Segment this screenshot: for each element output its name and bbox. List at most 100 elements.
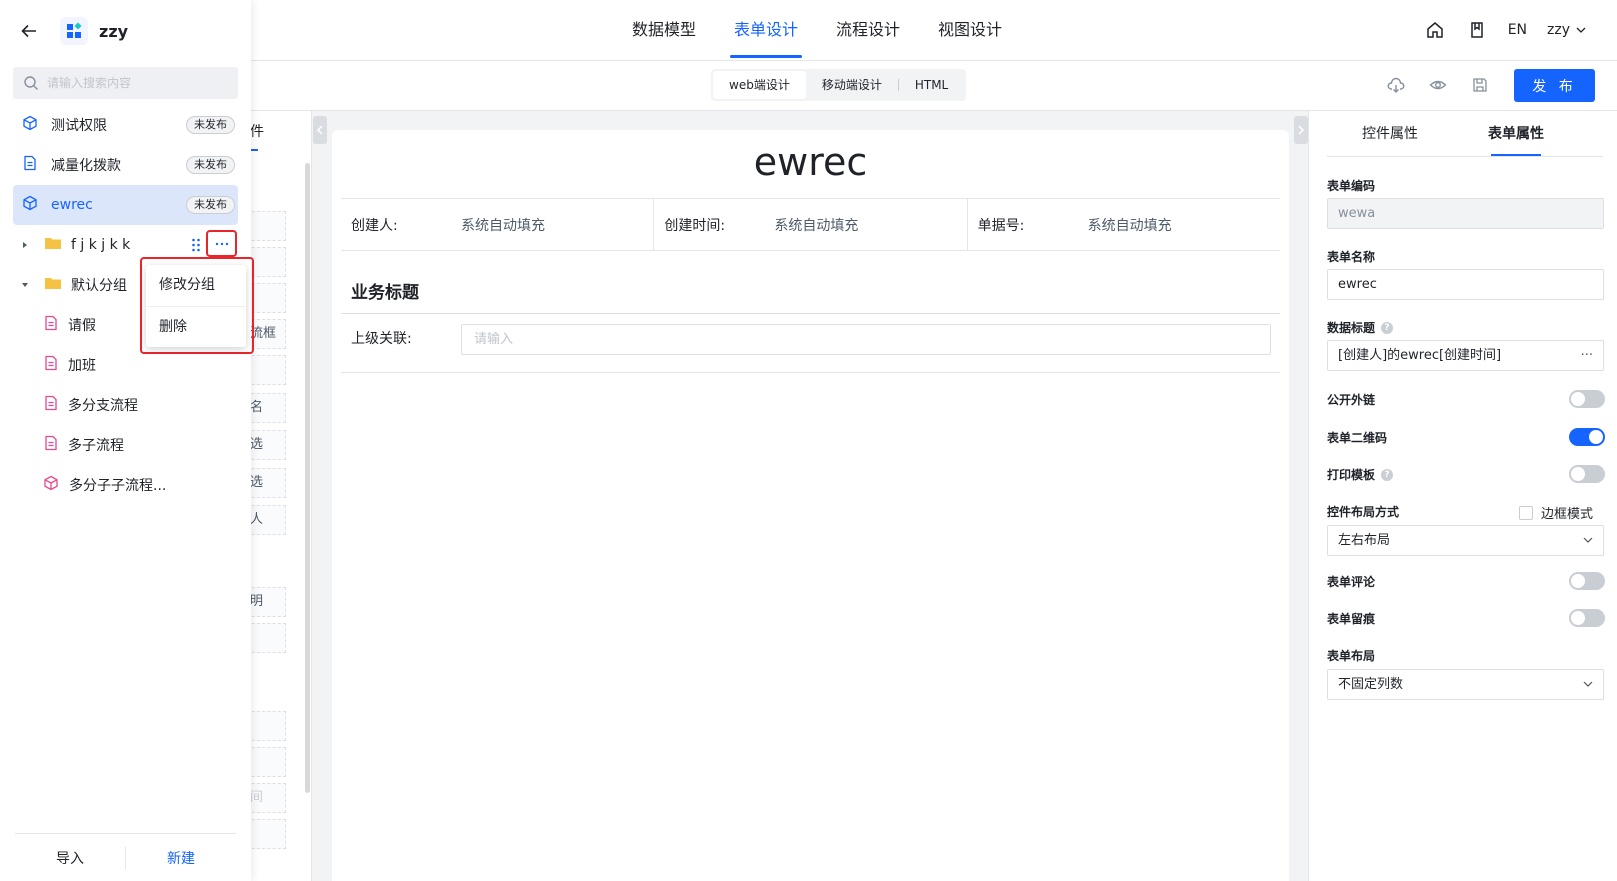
menu-item-rename-group[interactable]: 修改分组 xyxy=(146,265,246,306)
chevron-left-icon xyxy=(316,125,323,135)
book-icon[interactable] xyxy=(1466,19,1488,41)
document-icon xyxy=(44,395,58,415)
list-item-label: 多分支流程 xyxy=(68,398,138,414)
user-name: zzy xyxy=(1547,22,1570,38)
document-icon xyxy=(44,435,58,455)
list-item[interactable]: 多分子子流程... xyxy=(0,465,251,505)
system-field[interactable]: 创建人: 系统自动填充 xyxy=(341,199,653,250)
system-fields-row: 创建人: 系统自动填充 创建时间: 系统自动填充 单据号: 系统自动填充 xyxy=(341,198,1280,251)
caret-down-icon[interactable] xyxy=(21,278,29,293)
caret-right-icon[interactable] xyxy=(21,238,29,253)
system-field-value: 系统自动填充 xyxy=(774,217,859,234)
palette-scrollbar[interactable] xyxy=(305,163,310,793)
form-layout-select[interactable]: 不固定列数 xyxy=(1327,669,1604,700)
more-actions-button[interactable] xyxy=(206,230,237,257)
cube-icon xyxy=(22,115,38,135)
home-icon[interactable] xyxy=(1424,19,1446,41)
property-tabs: 控件属性 表单属性 xyxy=(1327,111,1603,157)
mode-html[interactable]: HTML xyxy=(899,71,964,99)
property-panel: 控件属性 表单属性 表单编码 wewa 表单名称 ewrec 数据标题 ? [创… xyxy=(1308,111,1617,881)
cube-icon xyxy=(43,475,59,495)
field-divider xyxy=(341,372,1280,373)
public-link-label-text: 公开外链 xyxy=(1327,393,1376,407)
comment-toggle[interactable] xyxy=(1569,572,1605,590)
tab-widget-props[interactable]: 控件属性 xyxy=(1327,111,1453,156)
list-item-label: 加班 xyxy=(68,358,96,374)
print-template-toggle[interactable] xyxy=(1569,465,1605,483)
tab-form-props[interactable]: 表单属性 xyxy=(1453,111,1579,156)
data-title-field[interactable]: [创建人]的ewrec[创建时间] ··· xyxy=(1327,340,1604,371)
section-divider xyxy=(341,313,1280,314)
drag-handle-icon[interactable] xyxy=(191,238,201,256)
list-item[interactable]: 多分支流程 xyxy=(0,385,251,425)
save-icon[interactable] xyxy=(1470,73,1490,97)
palette-tab-underline xyxy=(250,149,258,151)
eye-icon[interactable] xyxy=(1428,73,1448,97)
help-icon[interactable]: ? xyxy=(1381,468,1394,481)
tab-form-design[interactable]: 表单设计 xyxy=(730,0,803,60)
system-field[interactable]: 创建时间: 系统自动填充 xyxy=(653,199,966,250)
form-code-field: wewa xyxy=(1327,198,1604,229)
language-switch[interactable]: EN xyxy=(1508,22,1527,38)
back-arrow-icon[interactable] xyxy=(18,20,40,42)
top-nav: 数据模型 表单设计 流程设计 视图设计 xyxy=(628,0,1036,60)
trace-label-text: 表单留痕 xyxy=(1327,612,1376,626)
top-right-actions: EN zzy xyxy=(1424,0,1587,60)
mode-web[interactable]: web端设计 xyxy=(713,71,806,99)
form-name-field[interactable]: ewrec xyxy=(1327,269,1604,300)
folder-icon xyxy=(44,235,62,255)
list-item[interactable]: 多子流程 xyxy=(0,425,251,465)
tab-view-design[interactable]: 视图设计 xyxy=(934,0,1006,60)
layout-select[interactable]: 左右布局 xyxy=(1327,525,1604,556)
help-icon[interactable]: ? xyxy=(1381,321,1394,334)
form-name-label: 表单名称 xyxy=(1327,248,1375,265)
list-item[interactable]: ewrec 未发布 xyxy=(13,185,238,225)
search-icon xyxy=(24,76,38,90)
public-link-toggle[interactable] xyxy=(1569,390,1605,408)
border-mode-checkbox[interactable]: 边框模式 xyxy=(1519,503,1593,522)
context-menu: 修改分组 删除 xyxy=(146,265,246,347)
chevron-down-icon xyxy=(1583,526,1593,566)
list-item-label: ewrec xyxy=(51,197,93,213)
list-item[interactable]: 测试权限 未发布 xyxy=(0,105,251,145)
chevron-down-icon xyxy=(1583,670,1593,710)
print-template-label-text: 打印模板 xyxy=(1327,468,1376,482)
collapse-left-toggle[interactable] xyxy=(313,116,327,144)
chevron-right-icon xyxy=(1298,125,1305,135)
folder-icon xyxy=(44,275,62,295)
search-input[interactable] xyxy=(47,76,227,90)
list-item[interactable]: 减量化拨款 未发布 xyxy=(0,145,251,185)
form-code-label-text: 表单编码 xyxy=(1327,179,1376,193)
publish-button[interactable]: 发 布 xyxy=(1514,69,1595,102)
new-button[interactable]: 新建 xyxy=(126,848,236,868)
list-item-label: 测试权限 xyxy=(51,118,107,134)
menu-item-delete[interactable]: 删除 xyxy=(146,306,246,347)
system-field-value: 系统自动填充 xyxy=(461,217,545,234)
group-label: f j k j k k xyxy=(71,237,131,253)
more-icon xyxy=(215,242,228,245)
cloud-download-icon[interactable] xyxy=(1386,73,1406,97)
group-label: 默认分组 xyxy=(71,278,127,294)
toolbar-icons xyxy=(1386,73,1490,97)
trace-toggle[interactable] xyxy=(1569,609,1605,627)
qr-label: 表单二维码 xyxy=(1327,429,1387,446)
comment-label: 表单评论 xyxy=(1327,573,1375,590)
drawer-footer: 导入 新建 xyxy=(15,833,236,881)
collapse-right-toggle[interactable] xyxy=(1294,116,1308,144)
status-badge: 未发布 xyxy=(186,116,235,134)
tab-process-design[interactable]: 流程设计 xyxy=(832,0,904,60)
data-title-value: [创建人]的ewrec[创建时间] xyxy=(1338,348,1502,363)
qr-toggle[interactable] xyxy=(1569,428,1605,446)
system-field[interactable]: 单据号: 系统自动填充 xyxy=(966,199,1280,250)
relation-input[interactable] xyxy=(461,324,1271,355)
system-field-label: 创建人: xyxy=(351,217,398,234)
user-menu[interactable]: zzy xyxy=(1547,22,1587,38)
drawer-search[interactable] xyxy=(13,67,238,99)
document-icon xyxy=(22,155,38,175)
document-icon xyxy=(44,315,58,335)
more-icon[interactable]: ··· xyxy=(1581,341,1593,370)
tab-data-model[interactable]: 数据模型 xyxy=(628,0,700,60)
palette-tab[interactable]: 件 xyxy=(250,121,264,141)
mode-mobile[interactable]: 移动端设计 xyxy=(806,71,898,99)
import-button[interactable]: 导入 xyxy=(15,848,125,868)
